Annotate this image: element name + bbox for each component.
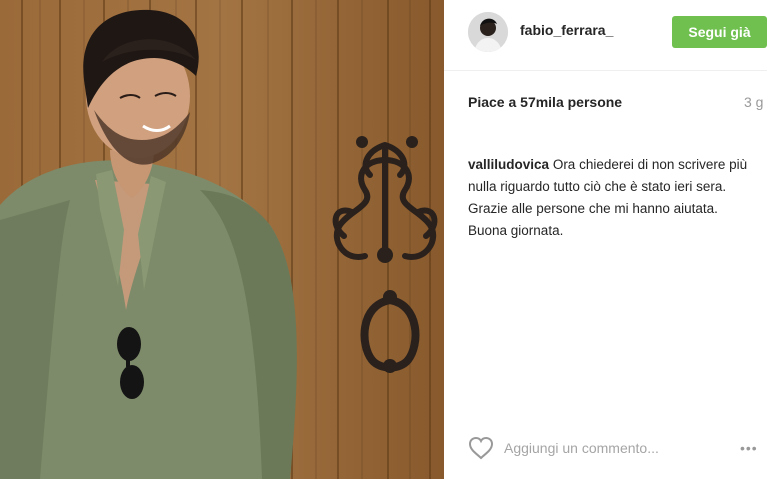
avatar[interactable] [468, 12, 508, 52]
comment-footer: Aggiungi un commento... ••• [444, 424, 767, 479]
profile-photo-icon [468, 12, 508, 52]
comment-username[interactable]: valliludovica [468, 157, 549, 172]
post-sidebar: fabio_ferrara_ Segui già Piace a 57mila … [444, 0, 767, 479]
comment: valliludovica Ora chiederei di non scriv… [468, 154, 753, 242]
author-username[interactable]: fabio_ferrara_ [520, 22, 613, 38]
photo-image [0, 0, 444, 479]
post-header: fabio_ferrara_ Segui già [444, 0, 767, 71]
post-photo[interactable] [0, 0, 444, 479]
instagram-post: fabio_ferrara_ Segui già Piace a 57mila … [0, 0, 767, 479]
comment-input[interactable]: Aggiungi un commento... [504, 440, 659, 456]
likes-count[interactable]: Piace a 57mila persone [468, 94, 622, 110]
heart-icon[interactable] [468, 436, 494, 460]
post-time[interactable]: 3 g [744, 94, 763, 110]
ellipsis-icon[interactable]: ••• [740, 440, 758, 456]
follow-button[interactable]: Segui già [672, 16, 767, 48]
